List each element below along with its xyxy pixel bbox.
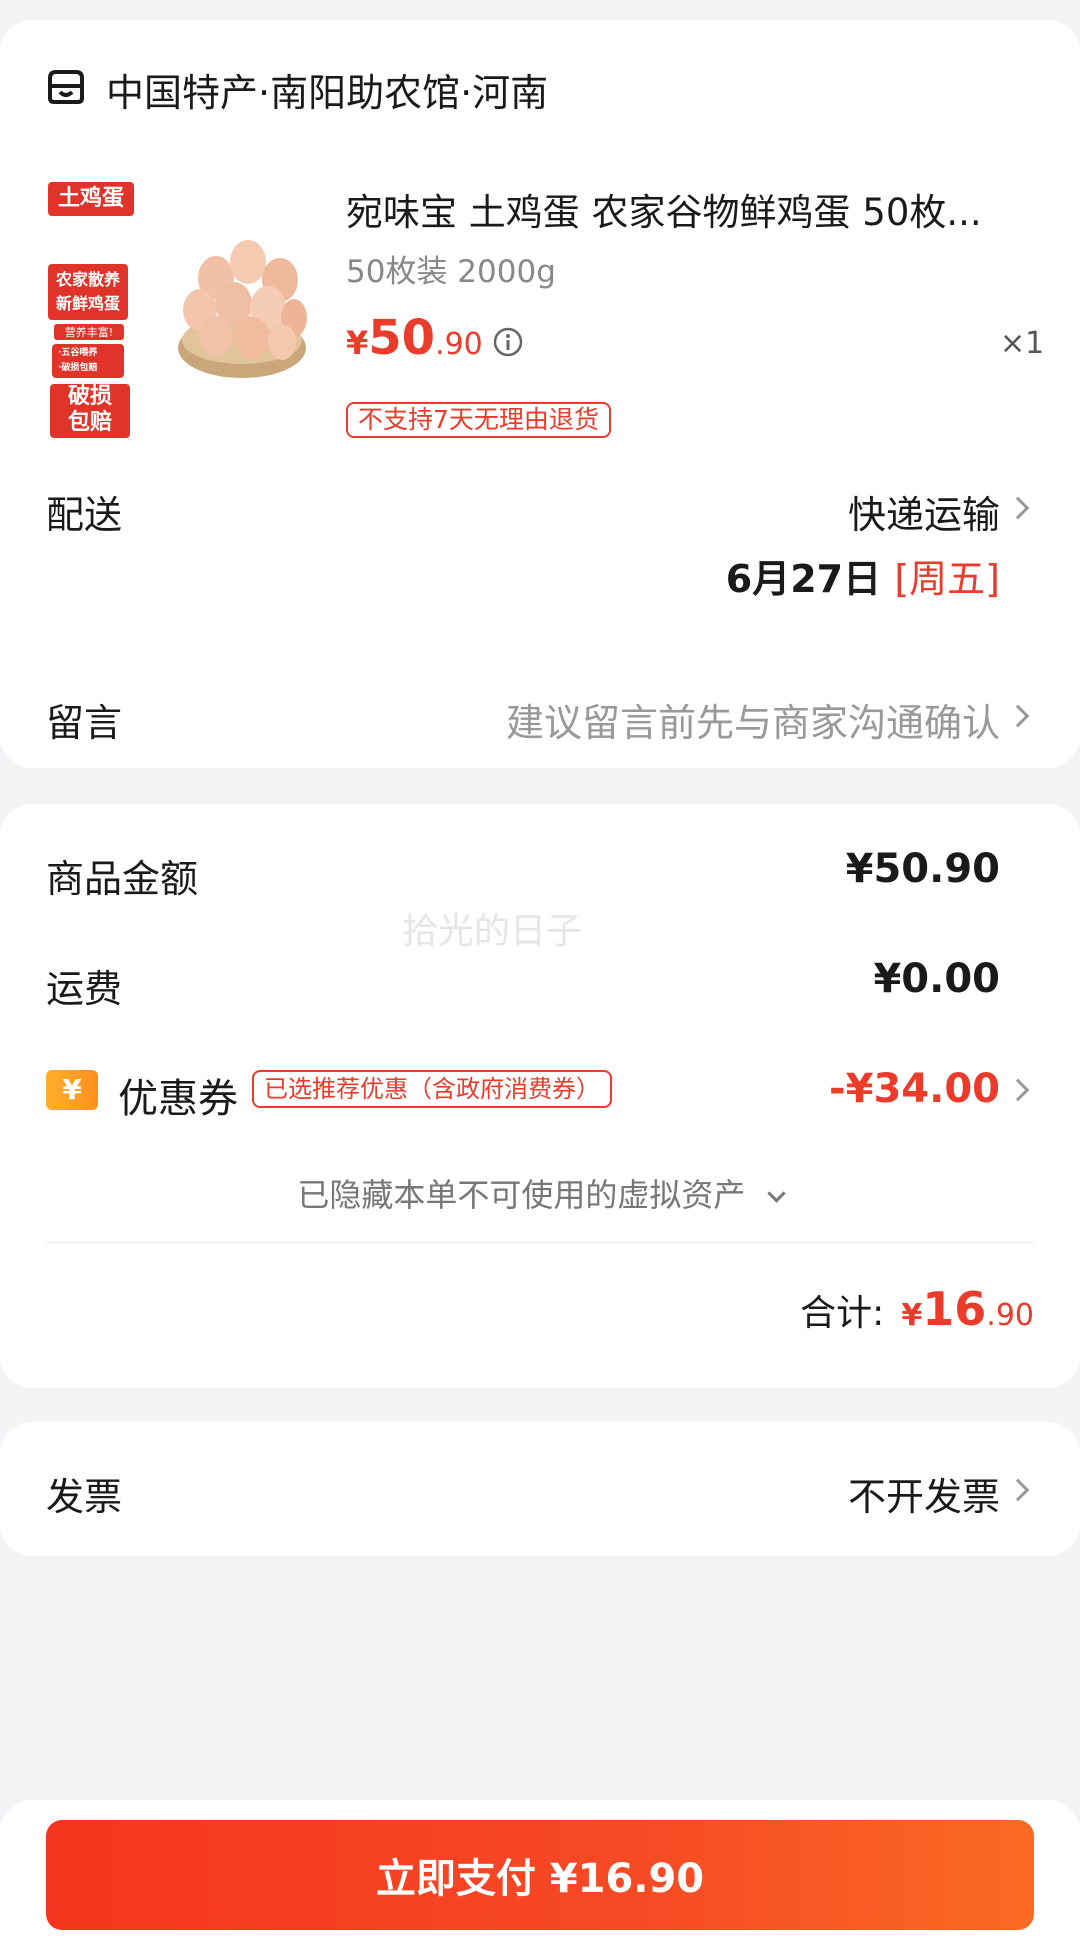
price-dec: .90 [435,327,483,362]
invoice-label: 发票 [46,1475,123,1519]
total-label: 合计: [800,1293,885,1334]
price-int: 50 [368,310,436,366]
image-tag-mid-line2: 新鲜鸡蛋 [55,294,120,313]
pay-now-button[interactable]: 立即支付 ¥16.90 [46,1820,1034,1930]
coupon-icon: ¥ [46,1070,98,1110]
image-bullets: ·五谷喂养 ·破损包赔 [52,344,124,378]
chevron-down-icon [766,1184,786,1203]
watermark: 拾光的日子 [402,911,583,952]
hidden-assets-text: 已隐藏本单不可使用的虚拟资产 [297,1176,746,1214]
price-info-icon[interactable] [492,326,524,358]
image-bullet-1: ·五谷喂养 [58,348,98,358]
price-symbol: ¥ [346,324,369,362]
shipping-fee-label: 运费 [46,967,123,1011]
delivery-label: 配送 [46,493,123,537]
product-quantity: ×1 [1000,326,1045,361]
message-input[interactable]: 建议留言前先与商家沟通确认 [506,692,1000,747]
coupon-selected-tag[interactable]: 已选推荐优惠（含政府消费券） [252,1070,612,1108]
image-bullet-2: ·破损包赔 [58,363,98,373]
goods-amount-value: ¥50.90 [845,846,1000,892]
total-row: 合计: ¥16.90 [800,1282,1034,1336]
product-image[interactable]: 土鸡蛋 农家散养 新鲜鸡蛋 营养丰富! ·五谷喂养 ·破损包赔 破损 包赔 [48,178,308,438]
total-symbol: ¥ [901,1298,923,1333]
hidden-assets-toggle[interactable]: 已隐藏本单不可使用的虚拟资产 [0,1170,1080,1216]
message-label: 留言 [46,701,123,745]
image-tag-bottom-line1: 破损 [67,384,112,409]
coupon-value[interactable]: -¥34.00 [829,1066,1000,1112]
goods-amount-label: 商品金额 [46,857,199,901]
delivery-date-row: 6月27日 [周五] [726,548,1000,603]
eggs-basket-illustration [176,218,308,388]
shipping-fee-value: ¥0.00 [873,956,1000,1002]
total-dec: .90 [986,1298,1034,1333]
image-tag-bottom-line2: 包赔 [67,410,112,435]
coupon-label: 优惠券 [118,1076,238,1122]
image-tag-bottom: 破损 包赔 [50,384,130,438]
store-icon [46,68,86,106]
invoice-value[interactable]: 不开发票 [848,1466,1000,1521]
store-name[interactable]: 中国特产·南阳助农馆·河南 [106,62,548,117]
image-tag-top: 土鸡蛋 [48,182,134,216]
delivery-date: 6月27日 [725,557,882,601]
product-spec[interactable]: 50枚装 2000g [346,246,556,291]
product-price: ¥50.90 [346,310,483,366]
total-int: 16 [922,1282,987,1336]
delivery-method[interactable]: 快递运输 [848,484,1000,539]
image-tag-mid: 农家散养 新鲜鸡蛋 [48,264,128,320]
delivery-weekday: [周五] [894,557,1000,601]
return-policy-tag: 不支持7天无理由退货 [346,402,611,438]
image-tag-small: 营养丰富! [54,324,124,340]
product-title[interactable]: 宛味宝 土鸡蛋 农家谷物鲜鸡蛋 50枚... [346,182,982,236]
summary-divider [46,1242,1034,1243]
image-tag-mid-line1: 农家散养 [55,270,120,289]
